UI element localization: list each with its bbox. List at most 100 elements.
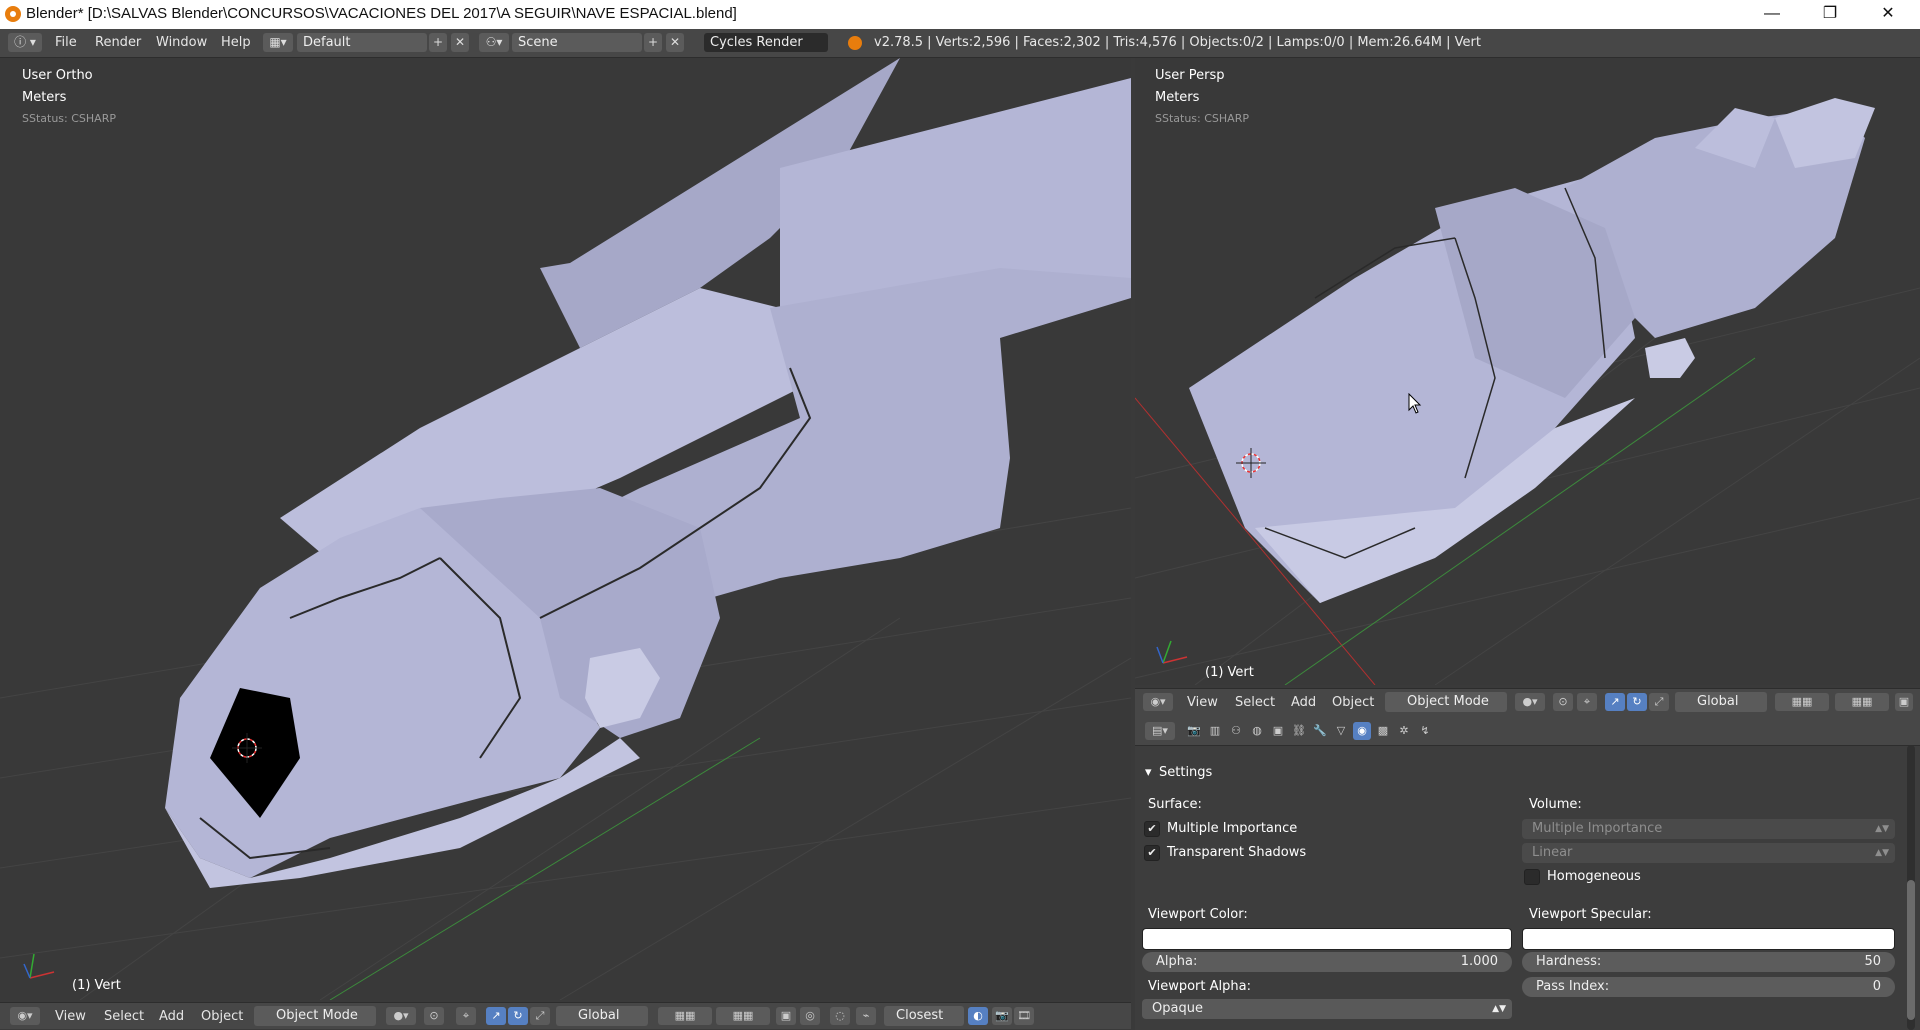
viewport-shading-icon[interactable]: ●▾: [386, 1007, 416, 1025]
pass-index-value: 0: [1872, 979, 1881, 994]
rotate-manipulator-icon[interactable]: ↻: [1627, 693, 1647, 711]
material-tab-icon[interactable]: ◉: [1353, 722, 1371, 740]
screen-layout-icon[interactable]: ▦▾: [263, 33, 293, 52]
menu-select[interactable]: Select: [1235, 695, 1275, 710]
scene-tab-icon[interactable]: ⚇: [1227, 722, 1245, 740]
object-tab-icon[interactable]: ▣: [1269, 722, 1287, 740]
multiple-importance-label[interactable]: Multiple Importance: [1167, 821, 1297, 836]
pivot-point-icon[interactable]: ⊙: [424, 1007, 444, 1025]
alpha-field[interactable]: Alpha: 1.000: [1142, 952, 1512, 972]
menu-render[interactable]: Render: [95, 35, 141, 50]
manipulator-icon[interactable]: ⌖: [456, 1007, 476, 1025]
properties-scrollbar-thumb[interactable]: [1907, 880, 1915, 1020]
viewport-specular-label: Viewport Specular:: [1529, 907, 1652, 922]
layers-icon[interactable]: ▦▦: [658, 1007, 712, 1025]
chevron-updown-icon: ▲▼: [1492, 1004, 1506, 1014]
menu-object[interactable]: Object: [201, 1009, 243, 1024]
pivot-point-icon[interactable]: ⊙: [1553, 693, 1573, 711]
volume-interpolation-select[interactable]: Linear ▲▼: [1522, 843, 1895, 863]
viewport-shading-icon[interactable]: ●▾: [1515, 693, 1545, 711]
remove-scene-icon[interactable]: ✕: [666, 33, 684, 52]
mode-select[interactable]: Object Mode: [254, 1006, 376, 1026]
3d-cursor-icon[interactable]: [1236, 448, 1266, 478]
editor-type-info-icon[interactable]: ⓘ ▾: [8, 33, 42, 52]
transform-orientation-select[interactable]: Global: [556, 1006, 648, 1026]
mode-select[interactable]: Object Mode: [1385, 692, 1507, 712]
hardness-value: 50: [1864, 954, 1881, 969]
add-screen-icon[interactable]: +: [429, 33, 447, 52]
translate-manipulator-icon[interactable]: ↗: [486, 1007, 506, 1025]
scene-field[interactable]: Scene: [512, 33, 642, 52]
viewport-right[interactable]: User Persp Meters SStatus: CSHARP (1) Ve…: [1135, 58, 1920, 685]
3d-cursor-icon[interactable]: [232, 733, 262, 763]
translate-manipulator-icon[interactable]: ↗: [1605, 693, 1625, 711]
menu-help[interactable]: Help: [221, 35, 251, 50]
world-tab-icon[interactable]: ◍: [1248, 722, 1266, 740]
homogeneous-label[interactable]: Homogeneous: [1547, 869, 1641, 884]
add-scene-icon[interactable]: +: [644, 33, 662, 52]
physics-tab-icon[interactable]: ↯: [1416, 722, 1434, 740]
particles-tab-icon[interactable]: ✲: [1395, 722, 1413, 740]
transparent-shadows-checkbox[interactable]: ✔: [1144, 845, 1160, 861]
homogeneous-checkbox[interactable]: [1524, 869, 1540, 885]
snap-target-select[interactable]: Closest: [884, 1006, 964, 1026]
snap-icon[interactable]: ⌁: [856, 1007, 876, 1025]
lock-layers-icon[interactable]: ▣: [1895, 693, 1913, 711]
editor-type-3dview-icon[interactable]: ◉▾: [1143, 693, 1173, 711]
window-title: Blender* [D:\SALVAS Blender\CONCURSOS\VA…: [26, 5, 737, 22]
multiple-importance-checkbox[interactable]: ✔: [1144, 821, 1160, 837]
restore-button[interactable]: ❐: [1801, 0, 1859, 29]
minimize-button[interactable]: —: [1743, 0, 1801, 29]
proportional-edit-icon[interactable]: ◌: [830, 1007, 850, 1025]
volume-sampling-select[interactable]: Multiple Importance ▲▼: [1522, 819, 1895, 839]
screen-layout-field[interactable]: Default: [297, 33, 427, 52]
data-tab-icon[interactable]: ▽: [1332, 722, 1350, 740]
pass-index-field[interactable]: Pass Index: 0: [1522, 977, 1895, 997]
viewport-specular-swatch[interactable]: [1522, 928, 1895, 950]
settings-panel-title[interactable]: Settings: [1159, 765, 1212, 780]
render-layers-tab-icon[interactable]: ▥: [1206, 722, 1224, 740]
snap-align-icon[interactable]: ◐: [968, 1007, 988, 1025]
render-engine-select[interactable]: Cycles Render: [704, 33, 828, 52]
menu-add[interactable]: Add: [159, 1009, 184, 1024]
render-layer-icon[interactable]: ◎: [800, 1007, 820, 1025]
menu-object[interactable]: Object: [1332, 695, 1374, 710]
menu-window[interactable]: Window: [156, 35, 207, 50]
scale-manipulator-icon[interactable]: ⤢: [1649, 693, 1669, 711]
status-text: SStatus: CSHARP: [1155, 112, 1249, 125]
viewport-left[interactable]: User Ortho Meters SStatus: CSHARP (1) Ve…: [0, 58, 1131, 1000]
scale-manipulator-icon[interactable]: ⤢: [530, 1007, 550, 1025]
menu-add[interactable]: Add: [1291, 695, 1316, 710]
rotate-manipulator-icon[interactable]: ↻: [508, 1007, 528, 1025]
viewport-color-swatch[interactable]: [1142, 928, 1512, 950]
menu-view[interactable]: View: [1187, 695, 1218, 710]
transform-orientation-select[interactable]: Global: [1675, 692, 1767, 712]
layers-icon-2[interactable]: ▦▦: [1835, 693, 1889, 711]
layers-icon[interactable]: ▦▦: [1775, 693, 1829, 711]
scene-icon[interactable]: ⚇▾: [479, 33, 509, 52]
editor-type-3dview-icon[interactable]: ◉▾: [10, 1007, 40, 1025]
active-object-label: (1) Vert: [1205, 665, 1254, 680]
close-button[interactable]: ✕: [1859, 0, 1917, 29]
hardness-field[interactable]: Hardness: 50: [1522, 952, 1895, 972]
opengl-render-icon[interactable]: 📷: [992, 1007, 1012, 1025]
viewport-right-header: ◉▾ View Select Add Object Object Mode ●▾…: [1135, 688, 1920, 715]
modifiers-tab-icon[interactable]: 🔧: [1311, 722, 1329, 740]
render-tab-icon[interactable]: 📷: [1185, 722, 1203, 740]
lock-layers-icon[interactable]: ▣: [776, 1007, 796, 1025]
remove-screen-icon[interactable]: ✕: [451, 33, 469, 52]
constraints-tab-icon[interactable]: ⛓: [1290, 722, 1308, 740]
alpha-value: 1.000: [1460, 954, 1498, 969]
viewport-alpha-select[interactable]: Opaque ▲▼: [1142, 999, 1512, 1019]
settings-panel-toggle[interactable]: ▾: [1145, 765, 1152, 780]
menu-file[interactable]: File: [55, 35, 77, 50]
chevron-updown-icon: ▲▼: [1875, 848, 1889, 858]
layers-icon-2[interactable]: ▦▦: [716, 1007, 770, 1025]
texture-tab-icon[interactable]: ▩: [1374, 722, 1392, 740]
transparent-shadows-label[interactable]: Transparent Shadows: [1167, 845, 1306, 860]
menu-select[interactable]: Select: [104, 1009, 144, 1024]
opengl-anim-icon[interactable]: 🎞: [1014, 1007, 1034, 1025]
menu-view[interactable]: View: [55, 1009, 86, 1024]
manipulator-icon[interactable]: ⌖: [1577, 693, 1597, 711]
editor-type-properties-icon[interactable]: ▤▾: [1145, 722, 1175, 740]
